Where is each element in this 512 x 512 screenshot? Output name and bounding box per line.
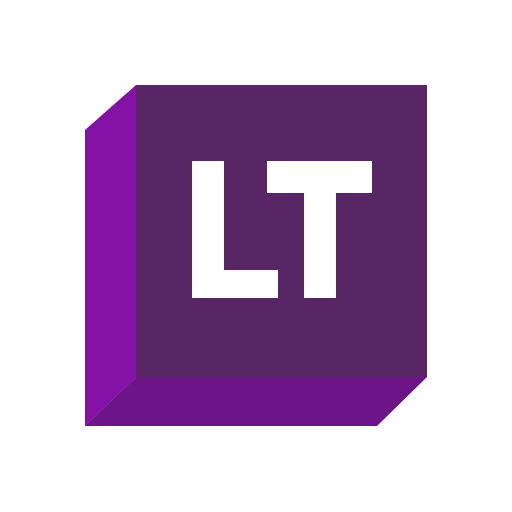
cube-bottom-face bbox=[85, 377, 427, 426]
app-icon-canvas: LT bbox=[0, 0, 512, 512]
lt-cube-logo: LT bbox=[85, 85, 427, 426]
cube-front-face bbox=[136, 85, 427, 377]
cube-left-face bbox=[85, 85, 136, 426]
